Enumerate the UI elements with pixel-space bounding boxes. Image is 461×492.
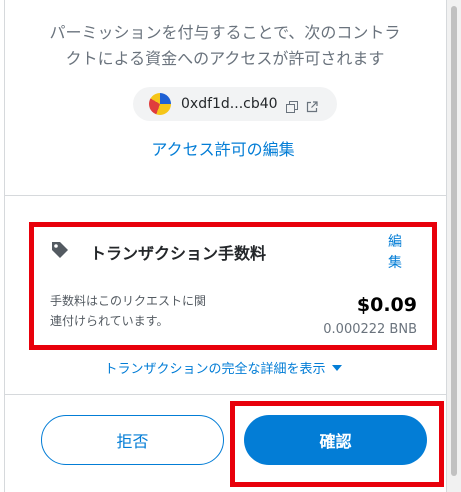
fee-edit-label-2: 集 xyxy=(388,255,402,271)
fee-fiat-amount: $0.09 xyxy=(356,294,417,316)
fee-description: 手数料はこのリクエストに関 連付けられています。 xyxy=(50,291,290,331)
fee-title: トランザクション手数料 xyxy=(90,244,267,263)
permission-line-2: クトによる資金へのアクセスが許可されます xyxy=(65,49,385,68)
divider xyxy=(5,394,446,395)
copy-icon[interactable] xyxy=(285,98,298,113)
divider xyxy=(5,195,446,196)
details-link-label: トランザクションの完全な詳細を表示 xyxy=(104,362,326,377)
fee-native-amount: 0.000222 BNB xyxy=(323,322,417,337)
edit-permission-link[interactable]: アクセス許可の編集 xyxy=(0,136,446,160)
permission-description: パーミッションを付与することで、次のコントラ クトによる資金へのアクセスが許可さ… xyxy=(30,20,420,72)
fee-description-line-2: 連付けられています。 xyxy=(50,314,169,328)
fee-edit-button[interactable]: 編 集 xyxy=(383,232,407,274)
contract-address-pill: 0xdf1d...cb40 xyxy=(133,87,337,121)
scrollbar-thumb[interactable] xyxy=(451,6,457,476)
view-full-details-link[interactable]: トランザクションの完全な詳細を表示 xyxy=(0,358,446,377)
confirm-approval-page: パーミッションを付与することで、次のコントラ クトによる資金へのアクセスが許可さ… xyxy=(0,0,461,492)
reject-button[interactable]: 拒否 xyxy=(41,415,224,465)
fee-description-line-1: 手数料はこのリクエストに関 xyxy=(50,294,207,308)
caret-down-icon xyxy=(331,365,342,371)
contract-avatar xyxy=(149,93,171,115)
reject-button-label: 拒否 xyxy=(116,432,149,451)
contract-address: 0xdf1d...cb40 xyxy=(181,96,278,112)
fee-edit-label-1: 編 xyxy=(388,234,402,250)
confirm-button-label: 確認 xyxy=(319,432,352,451)
external-link-icon[interactable] xyxy=(306,98,318,113)
permission-line-1: パーミッションを付与することで、次のコントラ xyxy=(49,23,401,42)
confirm-button[interactable]: 確認 xyxy=(244,415,427,465)
tag-icon xyxy=(50,240,70,260)
left-border xyxy=(4,0,5,492)
